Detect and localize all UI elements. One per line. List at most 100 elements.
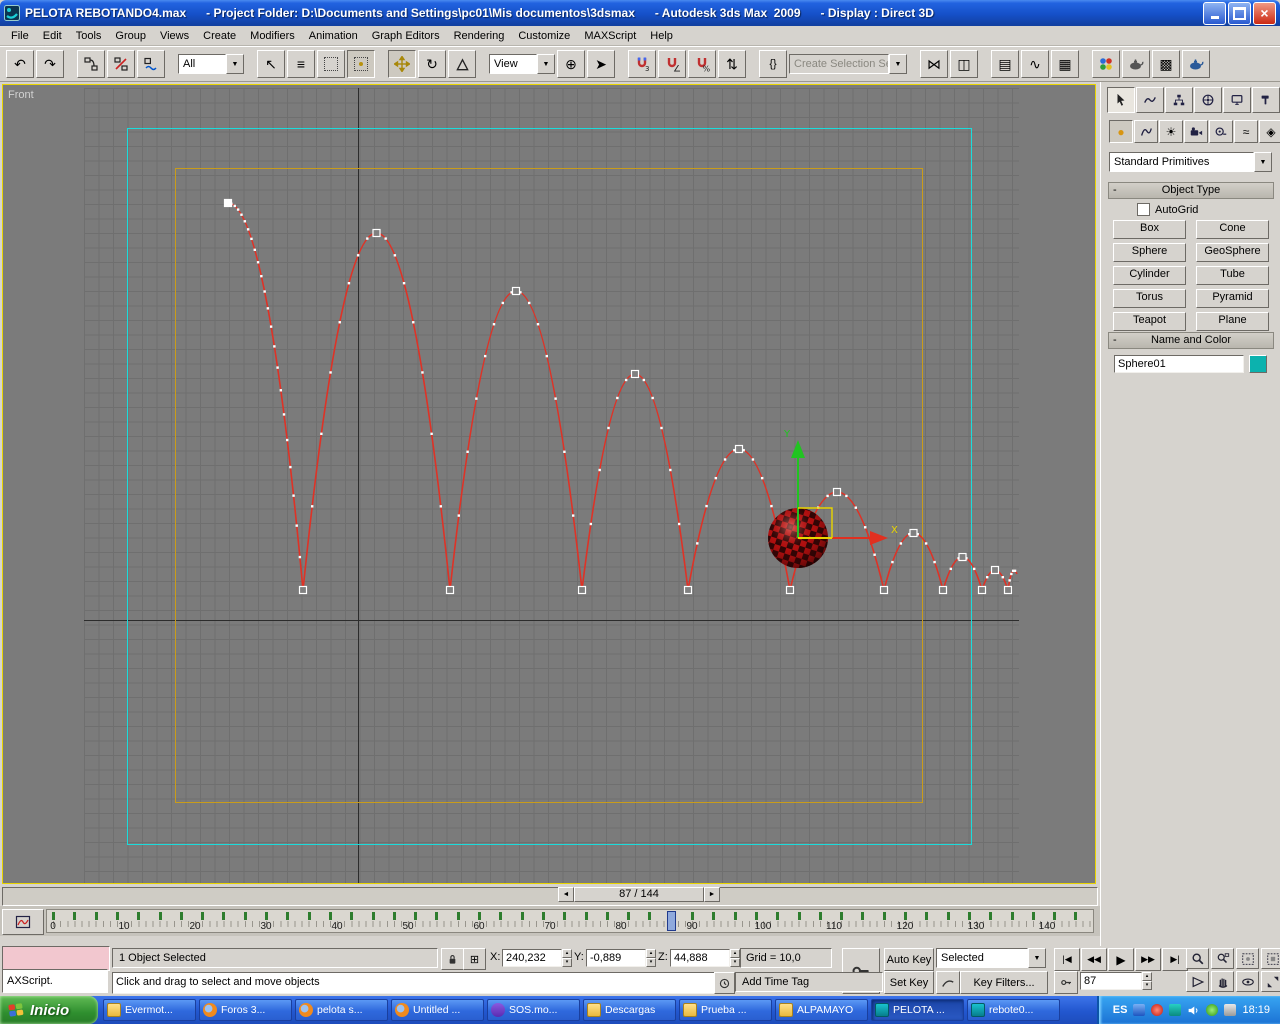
menu-item[interactable]: Graph Editors	[365, 28, 447, 44]
chevron-down-icon[interactable]: ▼	[1028, 948, 1046, 968]
object-type-button[interactable]: Tube	[1196, 266, 1269, 285]
align-button[interactable]: ◫	[950, 50, 978, 78]
menu-item[interactable]: Tools	[69, 28, 109, 44]
close-button[interactable]: ×	[1253, 1, 1276, 25]
menu-item[interactable]: Rendering	[447, 28, 512, 44]
use-center-button[interactable]: ⊕	[557, 50, 585, 78]
shapes-category-button[interactable]	[1134, 120, 1158, 143]
track-bar-key[interactable]	[307, 912, 311, 920]
chevron-down-icon[interactable]: ▼	[1254, 152, 1272, 172]
selection-region-button[interactable]	[317, 50, 345, 78]
zoom-all-button[interactable]	[1211, 948, 1234, 969]
window-crossing-toggle[interactable]	[347, 50, 375, 78]
track-bar-key[interactable]	[478, 912, 481, 920]
menu-item[interactable]: File	[4, 28, 36, 44]
schematic-view-button[interactable]: ▦	[1051, 50, 1079, 78]
track-bar-key[interactable]	[861, 912, 865, 920]
track-bar-key[interactable]	[563, 912, 567, 920]
edit-named-selection-sets-button[interactable]: {}	[759, 50, 787, 78]
mirror-button[interactable]: ⋈	[920, 50, 948, 78]
track-bar-key[interactable]	[712, 912, 716, 920]
y-spinner[interactable]: ▴ ▾	[646, 949, 656, 967]
track-bar-key[interactable]	[818, 912, 822, 920]
x-coordinate-field[interactable]: 240,232 ▴ ▾	[502, 949, 572, 967]
language-indicator[interactable]: ES	[1113, 1004, 1128, 1016]
menu-item[interactable]: Views	[153, 28, 196, 44]
track-bar-key[interactable]	[499, 912, 503, 920]
object-type-button[interactable]: Cone	[1196, 220, 1269, 239]
track-bar-key[interactable]	[1031, 912, 1035, 920]
rendered-frame-window-button[interactable]: ▩	[1152, 50, 1180, 78]
taskbar-button[interactable]: Prueba ...	[679, 999, 772, 1021]
track-bar-key[interactable]	[94, 912, 98, 920]
object-type-button[interactable]: Box	[1113, 220, 1186, 239]
maximize-viewport-toggle[interactable]	[1261, 971, 1280, 992]
spinner-snap-toggle-button[interactable]: ⇅	[718, 50, 746, 78]
object-type-button[interactable]: Plane	[1196, 312, 1269, 331]
name-color-rollout[interactable]: - Name and Color	[1108, 332, 1274, 349]
track-bar-key[interactable]	[648, 912, 652, 920]
track-bar-key[interactable]	[584, 912, 588, 920]
unlink-selection-button[interactable]	[107, 50, 135, 78]
track-bar-key[interactable]	[52, 912, 55, 920]
menu-item[interactable]: Customize	[511, 28, 577, 44]
tab-hierarchy[interactable]	[1165, 87, 1193, 113]
track-bar-frames[interactable]: 0 10 20 30 40 50 60 70 80 90 100 110 120 130 140	[46, 909, 1094, 933]
track-bar-key[interactable]	[456, 912, 460, 920]
menu-item[interactable]: MAXScript	[577, 28, 643, 44]
viewport-front[interactable]: Front Y X	[2, 84, 1096, 884]
zoom-extents-all-button[interactable]	[1261, 948, 1280, 969]
key-filters-button[interactable]: Key Filters...	[960, 971, 1048, 994]
object-name-field[interactable]: Sphere01	[1114, 355, 1244, 373]
tab-utilities[interactable]	[1252, 87, 1280, 113]
object-type-button[interactable]: Sphere	[1113, 243, 1186, 262]
track-bar-key[interactable]	[925, 912, 929, 920]
select-object-button[interactable]: ↖	[257, 50, 285, 78]
taskbar-button[interactable]: pelota s...	[295, 999, 388, 1021]
zoom-extents-button[interactable]	[1236, 948, 1259, 969]
cameras-category-button[interactable]	[1184, 120, 1208, 143]
track-bar-key[interactable]	[882, 912, 886, 920]
track-bar-key[interactable]	[265, 912, 268, 920]
field-of-view-button[interactable]	[1186, 971, 1209, 992]
tab-create[interactable]	[1107, 87, 1135, 113]
redo-button[interactable]: ↷	[36, 50, 64, 78]
select-and-manipulate-button[interactable]: ➤	[587, 50, 615, 78]
track-bar-key[interactable]	[1074, 912, 1078, 920]
taskbar-button[interactable]: Foros 3...	[199, 999, 292, 1021]
track-bar-key[interactable]	[627, 912, 631, 920]
select-and-link-button[interactable]	[77, 50, 105, 78]
track-bar-key[interactable]	[286, 912, 290, 920]
open-mini-curve-editor-button[interactable]	[2, 909, 44, 935]
z-coordinate-field[interactable]: 44,888 ▴ ▾	[670, 949, 740, 967]
time-slider-track[interactable]	[2, 887, 1098, 906]
named-selection-sets-dropdown[interactable]: Create Selection Set ▼	[789, 54, 907, 74]
track-bar-key[interactable]	[989, 912, 993, 920]
selection-filter-dropdown[interactable]: All ▼	[178, 54, 244, 74]
auto-key-button[interactable]: Auto Key	[884, 948, 934, 971]
track-bar-key[interactable]	[115, 912, 119, 920]
object-type-button[interactable]: Teapot	[1113, 312, 1186, 331]
object-type-button[interactable]: Cylinder	[1113, 266, 1186, 285]
track-bar-key[interactable]	[946, 912, 950, 920]
track-bar-key[interactable]	[350, 912, 354, 920]
taskbar-button[interactable]: ALPAMAYO	[775, 999, 868, 1021]
undo-button[interactable]: ↶	[6, 50, 34, 78]
pan-button[interactable]	[1211, 971, 1234, 992]
select-and-scale-button[interactable]	[448, 50, 476, 78]
track-bar-key[interactable]	[691, 912, 694, 920]
antivirus-tray-icon[interactable]	[1151, 1004, 1164, 1016]
taskbar-button[interactable]: Descargas	[583, 999, 676, 1021]
taskbar-button[interactable]: Evermot...	[103, 999, 196, 1021]
track-bar-key[interactable]	[392, 912, 396, 920]
helpers-category-button[interactable]	[1209, 120, 1233, 143]
systems-category-button[interactable]: ◈	[1259, 120, 1280, 143]
track-bar-key[interactable]	[754, 912, 758, 920]
object-type-button[interactable]: GeoSphere	[1196, 243, 1269, 262]
quick-render-button[interactable]	[1182, 50, 1210, 78]
y-coordinate-field[interactable]: -0,889 ▴ ▾	[586, 949, 656, 967]
chevron-down-icon[interactable]: ▼	[537, 54, 555, 74]
minimize-button[interactable]	[1203, 1, 1226, 25]
tab-modify[interactable]	[1136, 87, 1164, 113]
add-time-tag-field[interactable]: Add Time Tag	[735, 972, 883, 992]
